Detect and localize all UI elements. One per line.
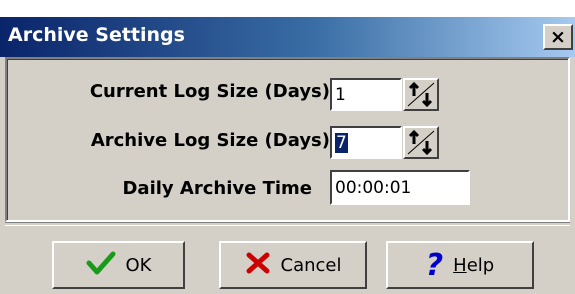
cancel-button-label: Cancel <box>280 254 342 276</box>
archive-log-size-value: 7 <box>335 132 348 153</box>
spinner-arrows-icon <box>407 129 435 156</box>
question-mark-icon: ? <box>425 247 444 283</box>
help-button-label: Help <box>453 254 495 276</box>
close-button[interactable]: × <box>543 24 573 50</box>
current-log-size-spinner[interactable] <box>403 78 439 111</box>
archive-log-size-input[interactable]: 7 <box>330 126 402 159</box>
ok-button[interactable]: OK <box>52 241 185 289</box>
archive-log-size-spinner[interactable] <box>403 126 439 159</box>
close-icon: × <box>550 25 566 48</box>
top-strip <box>0 0 575 17</box>
spinner-arrows-icon <box>407 81 435 108</box>
dialog-title: Archive Settings <box>8 24 185 46</box>
daily-archive-time-input[interactable]: 00:00:01 <box>330 170 470 205</box>
daily-archive-time-label: Daily Archive Time <box>122 178 312 199</box>
archive-log-size-label: Archive Log Size (Days) <box>90 130 330 151</box>
current-log-size-input[interactable]: 1 <box>330 78 402 111</box>
ok-button-label: OK <box>125 254 152 276</box>
x-mark-icon <box>245 251 271 280</box>
current-log-size-label: Current Log Size (Days) <box>89 81 330 102</box>
help-button[interactable]: ? Help <box>386 241 534 289</box>
current-log-size-value: 1 <box>335 84 346 105</box>
title-bar[interactable]: Archive Settings <box>0 17 575 57</box>
cancel-button[interactable]: Cancel <box>219 241 367 289</box>
button-separator <box>5 222 570 226</box>
archive-settings-dialog: Archive Settings × Current Log Size (Day… <box>0 0 575 294</box>
daily-archive-time-value: 00:00:01 <box>335 177 412 198</box>
checkmark-icon <box>86 251 116 280</box>
